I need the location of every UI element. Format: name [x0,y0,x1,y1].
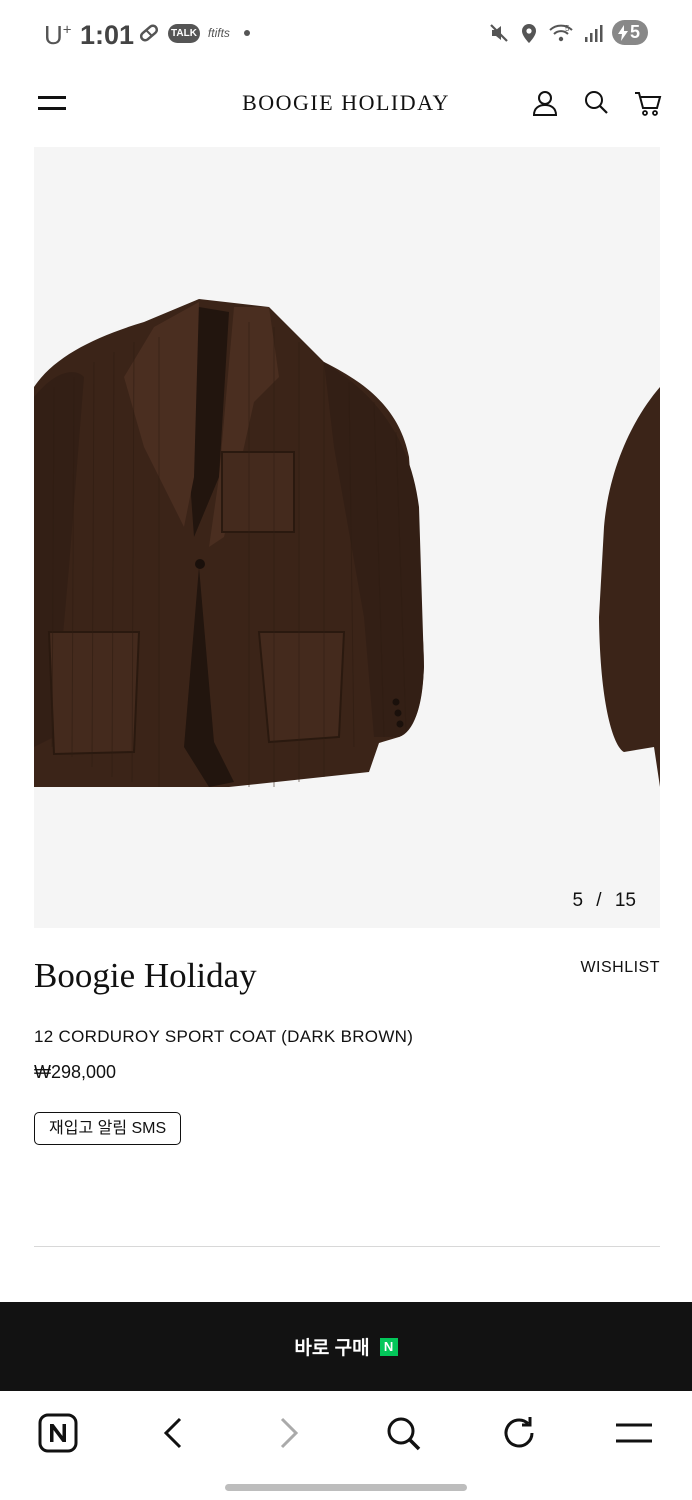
product-brand: Boogie Holiday [34,956,257,995]
naver-home-button[interactable] [36,1411,80,1455]
search-icon[interactable] [581,88,611,118]
naver-home-icon [38,1413,78,1453]
charging-bolt-icon [617,24,628,41]
more-notifications-dot [243,30,250,36]
menu-icon [616,1423,652,1443]
product-price: ₩298,000 [34,1062,117,1082]
notification-icons: TALK ftifts [138,22,250,44]
cart-icon[interactable] [633,88,663,118]
product-image [34,299,660,787]
reload-button[interactable] [497,1411,541,1455]
app-notification-icon: ftifts [207,26,230,40]
clock: 1:01 [80,20,135,50]
search-icon [387,1417,421,1451]
mute-icon [490,23,508,42]
wishlist-button[interactable]: WISHLIST [580,959,660,977]
battery-indicator: 5 [611,20,648,45]
home-indicator[interactable] [225,1484,467,1491]
forward-button[interactable] [266,1411,310,1455]
status-bar: U+ 1:01 TALK ftifts 5 5 [0,0,692,70]
buy-now-button[interactable]: 바로 구매 N [0,1302,692,1391]
next-jacket-preview [599,387,660,787]
system-icons: 5 5 [488,20,648,45]
product-image-gallery[interactable]: 5 / 15 [34,147,660,928]
kakaotalk-icon: TALK [168,23,200,43]
product-name: 12 CORDUROY SPORT COAT (DARK BROWN) [34,1027,414,1046]
svg-text:5: 5 [565,24,570,33]
account-icon[interactable] [530,88,560,118]
battery-level: 5 [629,22,640,42]
reload-icon [504,1417,534,1448]
pill-icon [139,24,159,42]
signal-icon [584,24,603,42]
browser-search-button[interactable] [381,1411,425,1455]
carrier-label: U+ [44,20,72,50]
buy-now-label: 바로 구매 [294,1338,370,1359]
browser-menu-button[interactable] [612,1411,656,1455]
naver-pay-icon: N [379,1337,398,1356]
wifi-icon: 5 [549,24,573,41]
back-button[interactable] [150,1411,194,1455]
site-header: BOOGIE HOLIDAY [0,70,692,138]
location-icon [521,23,536,43]
back-icon [163,1417,182,1449]
restock-sms-button[interactable]: 재입고 알림 SMS [34,1112,182,1145]
jacket-illustration [34,299,424,787]
divider [34,1246,660,1247]
forward-icon [280,1417,299,1449]
image-counter: 5 / 15 [572,890,636,911]
